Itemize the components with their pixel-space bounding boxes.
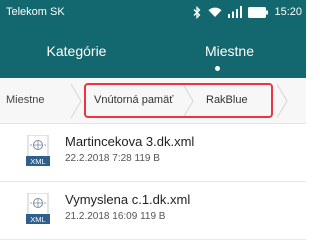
xml-file-icon: XML [26,193,50,224]
wifi-icon [208,7,222,17]
carrier-name: Telekom SK [6,6,65,18]
signal-icon [228,6,243,18]
tab-bar: Kategórie Miestne [0,26,306,78]
status-icons: 15:20 [192,4,302,20]
chevron-right-icon [276,84,288,118]
tab-miestne[interactable]: Miestne [153,43,306,59]
file-name: Vymyslena c.1.dk.xml [65,192,191,207]
chevron-right-icon [70,84,82,118]
file-meta: 22.2.2018 7:28 119 B [65,153,160,164]
file-list: XML Martincekova 3.dk.xml 22.2.2018 7:28… [0,124,306,240]
battery-icon [248,6,269,18]
breadcrumb-item-miestne[interactable]: Miestne [6,94,45,107]
file-type-label: XML [30,157,45,166]
file-type-label: XML [30,215,45,224]
breadcrumb-highlight [84,83,273,118]
list-item[interactable]: XML Martincekova 3.dk.xml 22.2.2018 7:28… [0,124,306,182]
clock: 15:20 [274,5,302,18]
file-meta: 21.2.2018 16:09 119 B [65,211,166,222]
tab-kategorie[interactable]: Kategórie [0,43,153,59]
status-bar: Telekom SK 15:20 [0,0,306,26]
app-header: Telekom SK 15:20 Kategórie Miestne [0,0,306,78]
file-name: Martincekova 3.dk.xml [65,134,195,149]
active-tab-indicator [215,66,220,71]
xml-file-icon: XML [26,135,50,166]
bluetooth-icon [194,5,201,19]
list-item[interactable]: XML Vymyslena c.1.dk.xml 21.2.2018 16:09… [0,182,306,240]
